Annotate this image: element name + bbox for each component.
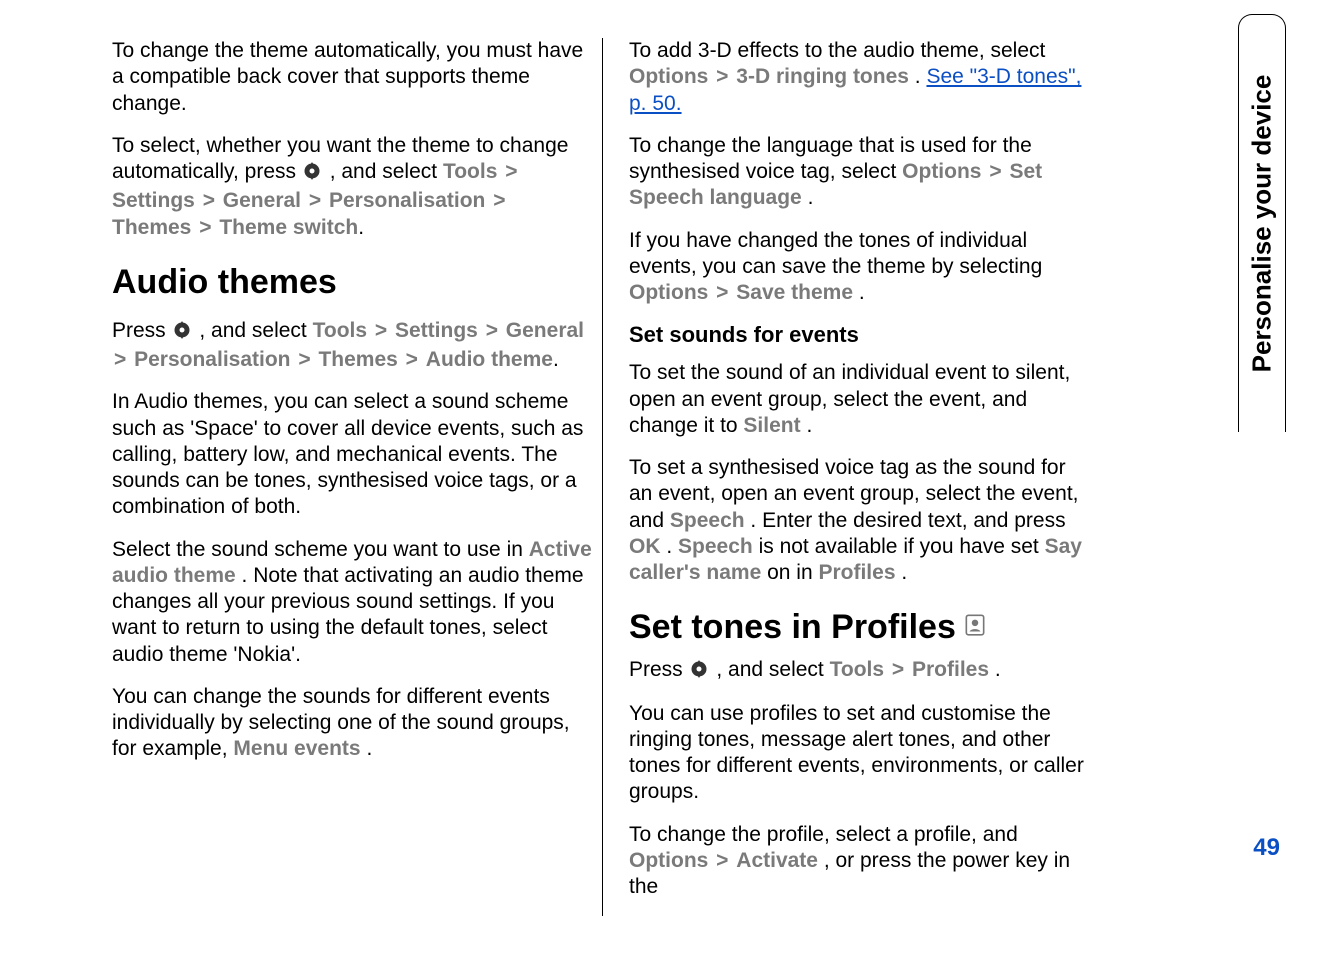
- paragraph: To change the profile, select a profile,…: [629, 822, 1092, 901]
- menu-path-item: Menu events: [233, 737, 360, 760]
- paragraph: You can change the sounds for different …: [112, 684, 592, 763]
- paragraph: To set a synthesised voice tag as the so…: [629, 455, 1092, 586]
- menu-path-item: Options: [629, 281, 708, 304]
- body-text: , and select: [716, 658, 829, 681]
- menu-path-item: OK: [629, 535, 661, 558]
- paragraph: Press , and select Tools > Profiles .: [629, 657, 1092, 686]
- right-column: To add 3-D effects to the audio theme, s…: [602, 38, 1092, 916]
- body-text: To set the sound of an individual event …: [629, 361, 1070, 437]
- menu-path-item: General: [223, 189, 301, 212]
- chevron-right-icon: >: [201, 189, 217, 212]
- body-text: .: [808, 186, 814, 209]
- body-text: on in: [767, 561, 818, 584]
- chevron-right-icon: >: [296, 348, 312, 371]
- menu-path-item: Options: [629, 65, 708, 88]
- body-text: To change the profile, select a profile,…: [629, 823, 1018, 846]
- body-text: .: [366, 737, 372, 760]
- heading-set-sounds-for-events: Set sounds for events: [629, 322, 1092, 348]
- menu-path-item: Profiles: [818, 561, 895, 584]
- heading-audio-themes: Audio themes: [112, 263, 592, 302]
- menu-path-item: Personalisation: [134, 348, 290, 371]
- menu-path-item: Options: [902, 160, 981, 183]
- menu-path-item: Personalisation: [329, 189, 485, 212]
- paragraph: Select the sound scheme you want to use …: [112, 537, 592, 668]
- chevron-right-icon: >: [503, 160, 519, 183]
- section-tab: Personalise your device: [1238, 14, 1286, 432]
- menu-path-item: Options: [629, 849, 708, 872]
- menu-key-icon: [689, 659, 711, 686]
- paragraph: To change the language that is used for …: [629, 133, 1092, 212]
- paragraph: To add 3-D effects to the audio theme, s…: [629, 38, 1092, 117]
- body-text: You can use profiles to set and customis…: [629, 702, 1084, 804]
- chevron-right-icon: >: [404, 348, 420, 371]
- menu-path-item: 3-D ringing tones: [736, 65, 909, 88]
- paragraph: In Audio themes, you can select a sound …: [112, 389, 592, 520]
- menu-path-item: Speech: [670, 509, 745, 532]
- body-text: Select the sound scheme you want to use …: [112, 538, 529, 561]
- chevron-right-icon: >: [197, 216, 213, 239]
- menu-key-icon: [172, 320, 194, 347]
- body-text: is not available if you have set: [759, 535, 1045, 558]
- body-text: .: [901, 561, 907, 584]
- menu-path-item: Speech: [678, 535, 753, 558]
- menu-path-item: Theme switch: [219, 216, 358, 239]
- body-text: , and select: [199, 319, 312, 342]
- paragraph: To change the theme automatically, you m…: [112, 38, 592, 117]
- body-text: .: [995, 658, 1001, 681]
- menu-path-item: Tools: [830, 658, 884, 681]
- menu-path-item: Activate: [736, 849, 818, 872]
- body-text: . Enter the desired text, and press: [750, 509, 1065, 532]
- chevron-right-icon: >: [484, 319, 500, 342]
- chevron-right-icon: >: [987, 160, 1003, 183]
- body-text: , and select: [330, 160, 443, 183]
- page: To change the theme automatically, you m…: [0, 0, 1322, 954]
- menu-path-item: Silent: [743, 414, 800, 437]
- body-text: To change the theme automatically, you m…: [112, 39, 583, 115]
- paragraph: You can use profiles to set and customis…: [629, 701, 1092, 806]
- paragraph: To set the sound of an individual event …: [629, 360, 1092, 439]
- menu-key-icon: [302, 161, 324, 188]
- heading-set-tones-in-profiles: Set tones in Profiles: [629, 608, 956, 647]
- chevron-right-icon: >: [890, 658, 906, 681]
- chevron-right-icon: >: [714, 65, 730, 88]
- body-text: .: [915, 65, 927, 88]
- section-tab-label: Personalise your device: [1247, 75, 1278, 373]
- paragraph: Press , and select Tools > Settings > Ge…: [112, 318, 592, 374]
- body-text: In Audio themes, you can select a sound …: [112, 390, 583, 518]
- menu-path-item: General: [506, 319, 584, 342]
- chevron-right-icon: >: [373, 319, 389, 342]
- menu-path-item: Audio theme: [426, 348, 553, 371]
- page-number: 49: [1253, 834, 1280, 862]
- menu-path-item: Themes: [318, 348, 397, 371]
- chevron-right-icon: >: [714, 849, 730, 872]
- profiles-icon: [962, 612, 990, 643]
- body-text: Press: [112, 319, 172, 342]
- body-text: .: [806, 414, 812, 437]
- chevron-right-icon: >: [307, 189, 323, 212]
- menu-path-item: Tools: [443, 160, 497, 183]
- chevron-right-icon: >: [714, 281, 730, 304]
- chevron-right-icon: >: [491, 189, 507, 212]
- body-text: To add 3-D effects to the audio theme, s…: [629, 39, 1045, 62]
- body-text: .: [859, 281, 865, 304]
- menu-path-item: Settings: [112, 189, 195, 212]
- chevron-right-icon: >: [112, 348, 128, 371]
- menu-path-item: Themes: [112, 216, 191, 239]
- content-area: To change the theme automatically, you m…: [0, 0, 1120, 916]
- paragraph: To select, whether you want the theme to…: [112, 133, 592, 241]
- body-text: .: [666, 535, 678, 558]
- body-text: Press: [629, 658, 689, 681]
- menu-path-item: Save theme: [736, 281, 853, 304]
- left-column: To change the theme automatically, you m…: [112, 38, 602, 916]
- menu-path-item: Settings: [395, 319, 478, 342]
- paragraph: If you have changed the tones of individ…: [629, 228, 1092, 307]
- menu-path-item: Profiles: [912, 658, 989, 681]
- menu-path-item: Tools: [313, 319, 367, 342]
- body-text: If you have changed the tones of individ…: [629, 229, 1042, 278]
- heading-row: Set tones in Profiles: [629, 608, 1092, 647]
